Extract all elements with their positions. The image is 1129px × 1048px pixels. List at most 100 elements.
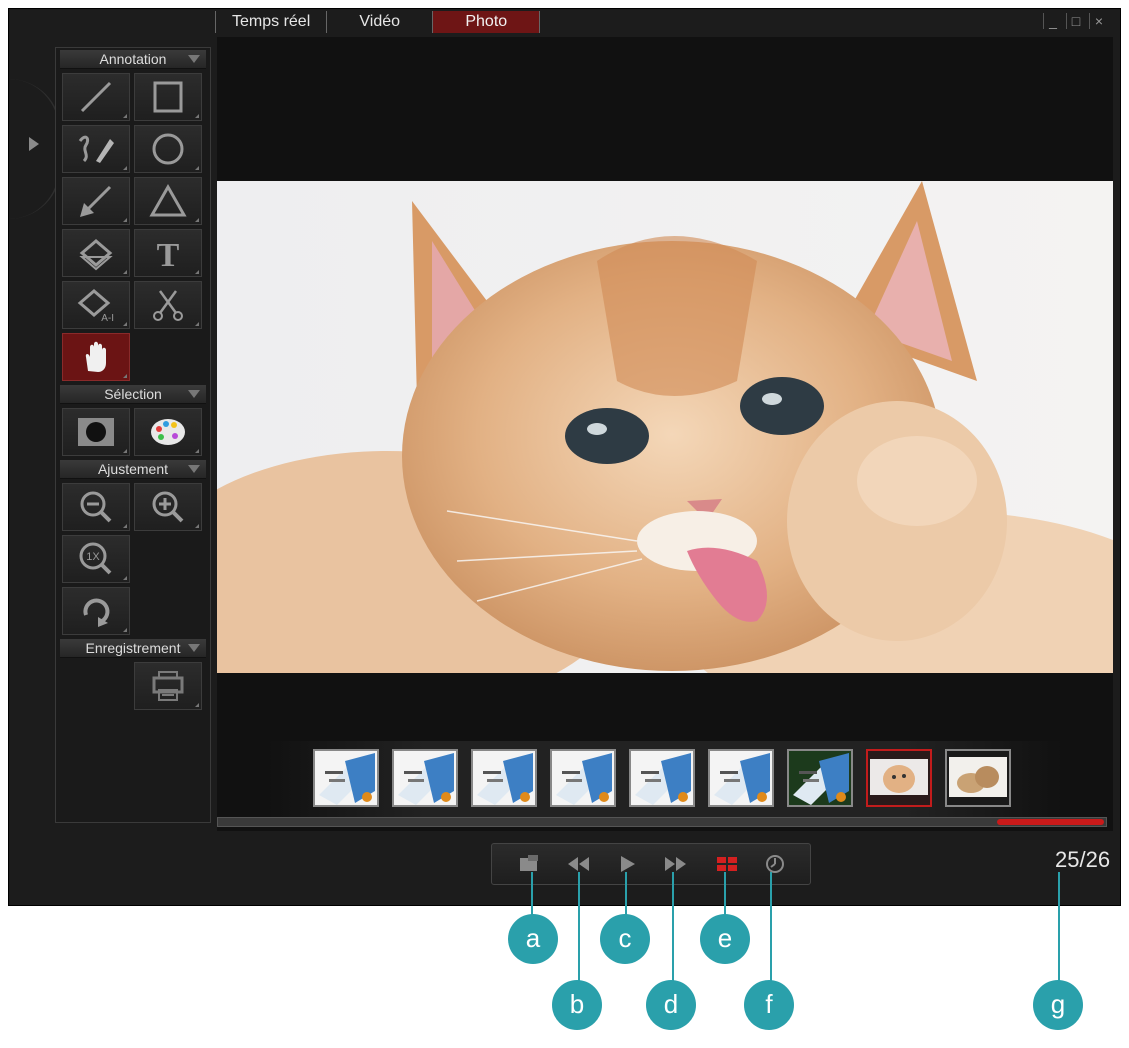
zoom-1x-label: 1X [86, 551, 100, 563]
timer-icon [766, 855, 784, 873]
snapshot-icon [520, 855, 538, 871]
thumbnail-9[interactable] [945, 749, 1011, 807]
arrow-tool-button[interactable] [62, 177, 130, 225]
eraser-tool-button[interactable] [62, 229, 130, 277]
eraser-icon [79, 239, 113, 271]
kitten-photo [217, 181, 1113, 673]
thumbnail-strip [267, 741, 1063, 821]
rotate-icon [83, 598, 110, 627]
triangle-tool-button[interactable] [134, 177, 202, 225]
photo-viewer [217, 37, 1113, 831]
minimize-button[interactable]: _ [1043, 13, 1062, 29]
zoom-1x-icon: 1X [79, 542, 112, 575]
zoom-out-button[interactable] [62, 483, 130, 531]
dropdown-arrow-icon [188, 390, 200, 398]
playback-controls [491, 843, 811, 885]
application-window: Temps réel Vidéo Photo _ □ × Annotation [8, 8, 1121, 906]
sidebar-expand-handle[interactable] [9, 79, 61, 219]
record-tools [56, 660, 210, 712]
zoom-in-icon [152, 491, 184, 523]
photo-counter: 25/26 [1055, 847, 1111, 872]
print-button[interactable] [134, 662, 202, 710]
thumbnail-1[interactable] [313, 749, 379, 807]
adjust-tools: 1X [56, 481, 210, 637]
thumbnail-image [552, 751, 614, 805]
thumbnail-grid-icon [717, 857, 737, 871]
tab-photo[interactable]: Photo [433, 11, 541, 33]
eraser-all-icon: A-I [77, 289, 114, 323]
thumbnail-image [315, 751, 377, 805]
next-button[interactable] [662, 852, 688, 876]
scissors-icon [153, 290, 183, 321]
thumbnail-3[interactable] [471, 749, 537, 807]
fast-forward-icon [665, 857, 686, 871]
section-selection-label: Sélection [104, 386, 162, 402]
window-controls: _ □ × [1043, 13, 1108, 29]
callout-line-f [770, 872, 772, 982]
arrow-icon [80, 185, 112, 217]
progress-fill [997, 819, 1104, 825]
callout-c: c [600, 914, 650, 964]
thumbnail-image [473, 751, 535, 805]
dropdown-arrow-icon [188, 644, 200, 652]
rectangle-tool-button[interactable] [134, 73, 202, 121]
callout-d: d [646, 980, 696, 1030]
expand-arrow-icon [29, 137, 39, 151]
zoom-in-button[interactable] [134, 483, 202, 531]
zoom-1x-button[interactable]: 1X [62, 535, 130, 583]
callout-line-a [531, 872, 533, 916]
maximize-button[interactable]: □ [1066, 13, 1085, 29]
play-button[interactable] [614, 852, 640, 876]
rectangle-icon [153, 81, 183, 113]
thumbnail-5[interactable] [629, 749, 695, 807]
thumbnail-view-button[interactable] [714, 852, 740, 876]
spotlight-tool-button[interactable] [62, 408, 130, 456]
dropdown-arrow-icon [188, 465, 200, 473]
tab-realtime[interactable]: Temps réel [215, 11, 328, 33]
text-tool-button[interactable]: T [134, 229, 202, 277]
callout-line-c [625, 872, 627, 916]
thumbnail-image [710, 751, 772, 805]
cut-tool-button[interactable] [134, 281, 202, 329]
timer-button[interactable] [762, 852, 788, 876]
annotation-tools: T A-I [56, 71, 210, 383]
eraser-all-sub-label: A-I [101, 313, 114, 323]
text-icon: T [157, 237, 180, 271]
close-button[interactable]: × [1089, 13, 1108, 29]
triangle-icon [149, 183, 187, 217]
circle-icon [152, 133, 184, 165]
section-selection[interactable]: Sélection [60, 385, 206, 404]
thumbnail-2[interactable] [392, 749, 458, 807]
color-palette-button[interactable] [134, 408, 202, 456]
freehand-pen-icon [78, 135, 114, 163]
thumbnail-4[interactable] [550, 749, 616, 807]
section-annotation-label: Annotation [99, 51, 167, 67]
callout-line-g [1058, 872, 1060, 982]
svg-text:T: T [157, 237, 180, 271]
thumbnail-list [313, 749, 1011, 807]
thumbnail-8[interactable] [866, 749, 932, 807]
callout-g: g [1033, 980, 1083, 1030]
tab-video[interactable]: Vidéo [327, 11, 434, 33]
section-annotation[interactable]: Annotation [60, 50, 206, 69]
thumbnail-7[interactable] [787, 749, 853, 807]
thumbnail-image [631, 751, 693, 805]
callout-b: b [552, 980, 602, 1030]
line-tool-button[interactable] [62, 73, 130, 121]
pan-tool-button[interactable] [62, 333, 130, 381]
callout-a: a [508, 914, 558, 964]
thumbnail-6[interactable] [708, 749, 774, 807]
progress-bar[interactable] [217, 817, 1107, 827]
freehand-tool-button[interactable] [62, 125, 130, 173]
dropdown-arrow-icon [188, 55, 200, 63]
rotate-button[interactable] [62, 587, 130, 635]
zoom-out-icon [80, 491, 112, 523]
erase-all-tool-button[interactable]: A-I [62, 281, 130, 329]
annotation-toolbar: Annotation T A-I Sélection Ajustement 1X… [55, 47, 211, 823]
section-record[interactable]: Enregistrement [60, 639, 206, 658]
section-adjust[interactable]: Ajustement [60, 460, 206, 479]
snapshot-button[interactable] [516, 852, 542, 876]
main-photo[interactable] [217, 181, 1113, 673]
section-record-label: Enregistrement [85, 640, 181, 656]
circle-tool-button[interactable] [134, 125, 202, 173]
